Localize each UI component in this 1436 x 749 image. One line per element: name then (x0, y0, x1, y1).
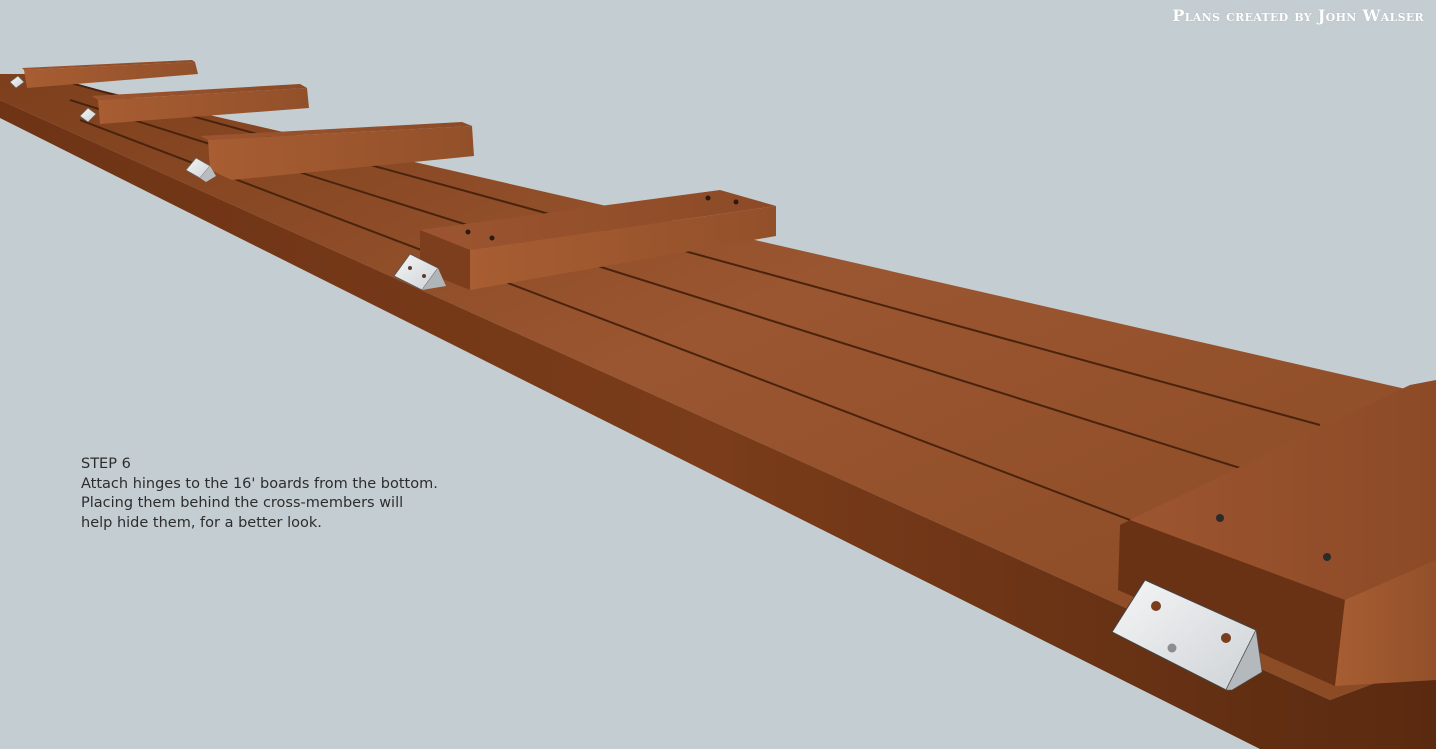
step-line: help hide them, for a better look. (81, 514, 322, 531)
step-instructions: STEP 6 Attach hinges to the 16' boards f… (81, 455, 438, 533)
credit-text: Plans created by John Walser (1172, 6, 1424, 25)
step-line: Placing them behind the cross-members wi… (81, 495, 404, 511)
step-title: STEP 6 (81, 456, 131, 472)
step-line: Attach hinges to the 16' boards from the… (81, 475, 438, 492)
cross-member-1 (22, 60, 198, 88)
bench-assembly-diagram (0, 60, 1436, 749)
